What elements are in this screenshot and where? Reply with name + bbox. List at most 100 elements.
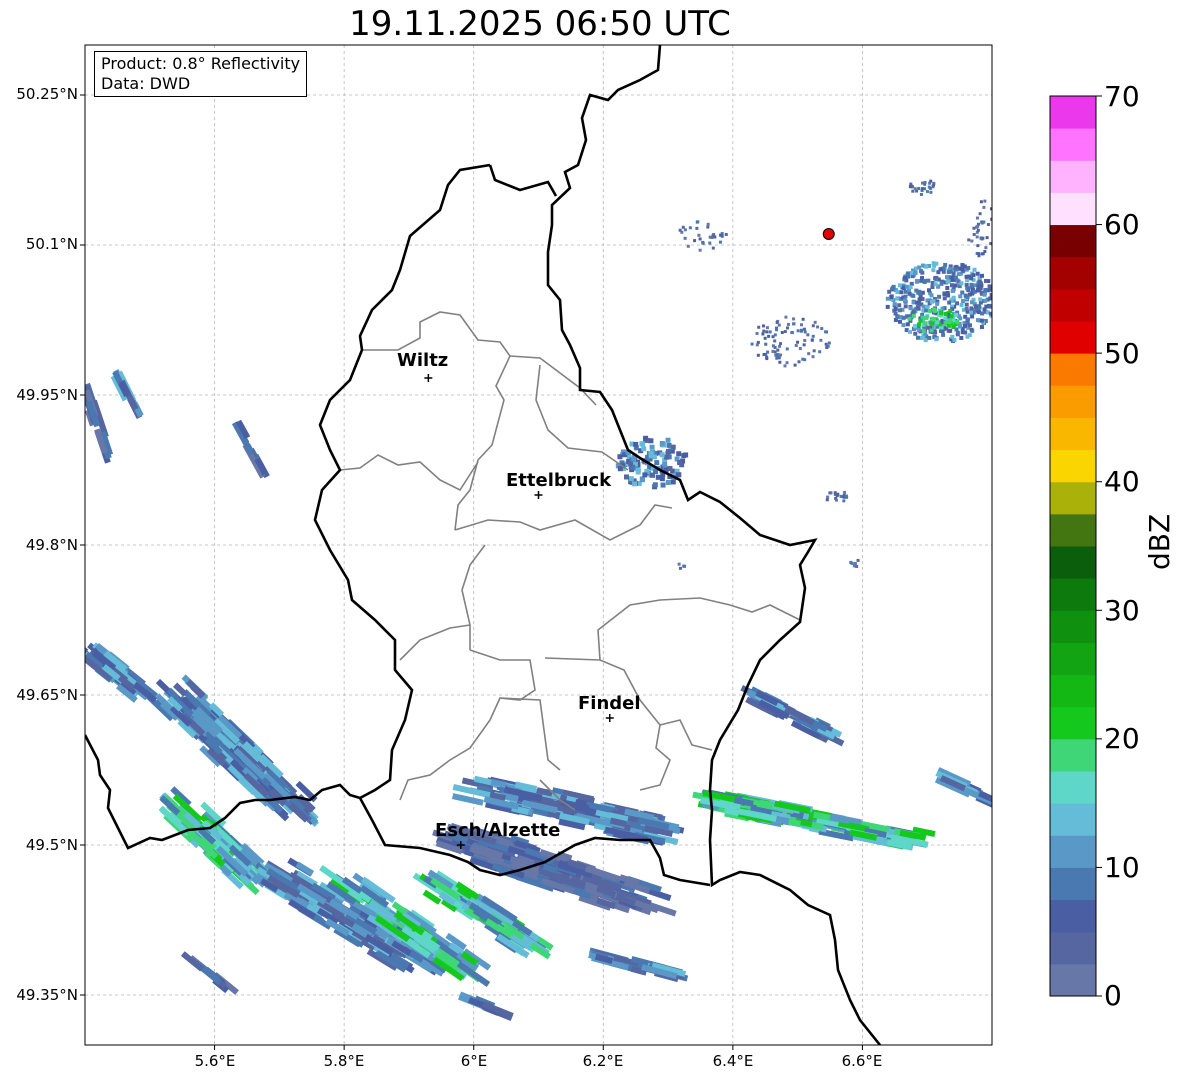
colorbar-bin (1050, 546, 1096, 579)
echo-cell (790, 330, 794, 334)
echo-cell (979, 200, 983, 204)
echo-cell (941, 332, 946, 337)
echo-cell (976, 244, 980, 248)
echo-cell (786, 326, 790, 330)
echo-cell (856, 558, 860, 562)
echo-cell (776, 352, 780, 356)
echo-cell (960, 267, 965, 272)
echo-cell (913, 323, 918, 328)
echo-cell (993, 229, 996, 232)
echo-cell (916, 327, 921, 332)
echo-cell (954, 312, 959, 317)
echo-cell (980, 252, 984, 256)
echo-cell (885, 304, 890, 309)
echo-cell (918, 318, 923, 323)
echo-cell (915, 335, 920, 340)
colorbar-tick-label: 50 (1104, 337, 1140, 370)
echo-cell (931, 268, 936, 273)
echo-cell (764, 342, 768, 346)
lon-label: 6.4°E (712, 1052, 754, 1070)
echo-cell (797, 360, 801, 364)
echo-cell (628, 461, 634, 467)
echo-cell (983, 288, 988, 293)
echo-cell (948, 269, 953, 274)
echo-cell (960, 299, 965, 304)
colorbar-bin (1050, 513, 1096, 547)
echo-cell (965, 286, 970, 291)
echo-cell (929, 299, 934, 304)
echo-cell (666, 442, 672, 448)
colorbar-tick-label: 20 (1104, 722, 1140, 755)
echo-cell (652, 482, 658, 488)
echo-cell (768, 330, 772, 334)
echo-cell (929, 293, 934, 298)
echo-cell (918, 268, 923, 273)
echo-cell (932, 183, 936, 187)
echo-cell (959, 281, 964, 286)
echo-cell (939, 311, 944, 316)
echo-cell (786, 322, 790, 326)
echo-cell (908, 184, 912, 188)
echo-cell (755, 331, 759, 335)
colorbar-bin (1050, 128, 1096, 161)
colorbar-bin (1050, 481, 1096, 515)
echo-cell (693, 239, 697, 243)
echo-cell (925, 304, 930, 309)
echo-cell (843, 490, 847, 494)
echo-cell (945, 285, 950, 290)
echo-cell (959, 335, 964, 340)
echo-cell (929, 190, 933, 194)
echo-cell (911, 313, 916, 318)
echo-cell (761, 324, 765, 328)
echo-cell (919, 335, 924, 340)
lon-label: 6.2°E (582, 1052, 624, 1070)
echo-cell (969, 306, 974, 311)
echo-cell (892, 302, 897, 307)
echo-cell (984, 246, 988, 250)
echo-cell (771, 349, 775, 353)
echo-cell (978, 280, 983, 285)
echo-cell (969, 327, 974, 332)
radar-site-marker (822, 228, 835, 240)
lat-label: 50.25°N (16, 85, 78, 103)
echo-cell (660, 482, 666, 488)
echo-cell (654, 460, 660, 466)
echo-cell (885, 296, 890, 301)
echo-cell (911, 293, 916, 298)
echo-cell (982, 292, 987, 297)
echo-cell (683, 228, 687, 232)
echo-cell (639, 477, 645, 483)
echo-cell (964, 302, 969, 307)
echo-cell (979, 325, 984, 330)
echo-cell (826, 344, 830, 348)
echo-cell (934, 337, 939, 342)
echo-cell (757, 325, 761, 329)
echo-cell (767, 334, 771, 338)
echo-cell (921, 328, 926, 333)
echo-cell (681, 453, 687, 459)
echo-cell (773, 333, 777, 337)
echo-cell (983, 278, 988, 283)
echo-cell (617, 454, 623, 460)
echo-cell (924, 264, 929, 269)
echo-cell (938, 267, 943, 272)
echo-cell (943, 262, 948, 267)
echo-cell (939, 281, 944, 286)
echo-cell (792, 322, 796, 326)
echo-cell (695, 220, 699, 224)
echo-cell (937, 294, 942, 299)
echo-cell (934, 277, 939, 282)
echo-cell (796, 329, 800, 333)
echo-cell (706, 222, 710, 226)
colorbar-bin (1050, 160, 1096, 193)
echo-cell (924, 308, 929, 313)
echo-cell (951, 288, 956, 293)
echo-cell (976, 224, 980, 228)
echo-cell (965, 278, 970, 283)
echo-cell (708, 235, 712, 239)
echo-cell (917, 265, 922, 270)
colorbar-bin (1050, 321, 1096, 354)
colorbar-bin (1050, 578, 1096, 611)
echo-cell (992, 215, 995, 218)
colorbar-tick-label: 0 (1104, 979, 1122, 1012)
